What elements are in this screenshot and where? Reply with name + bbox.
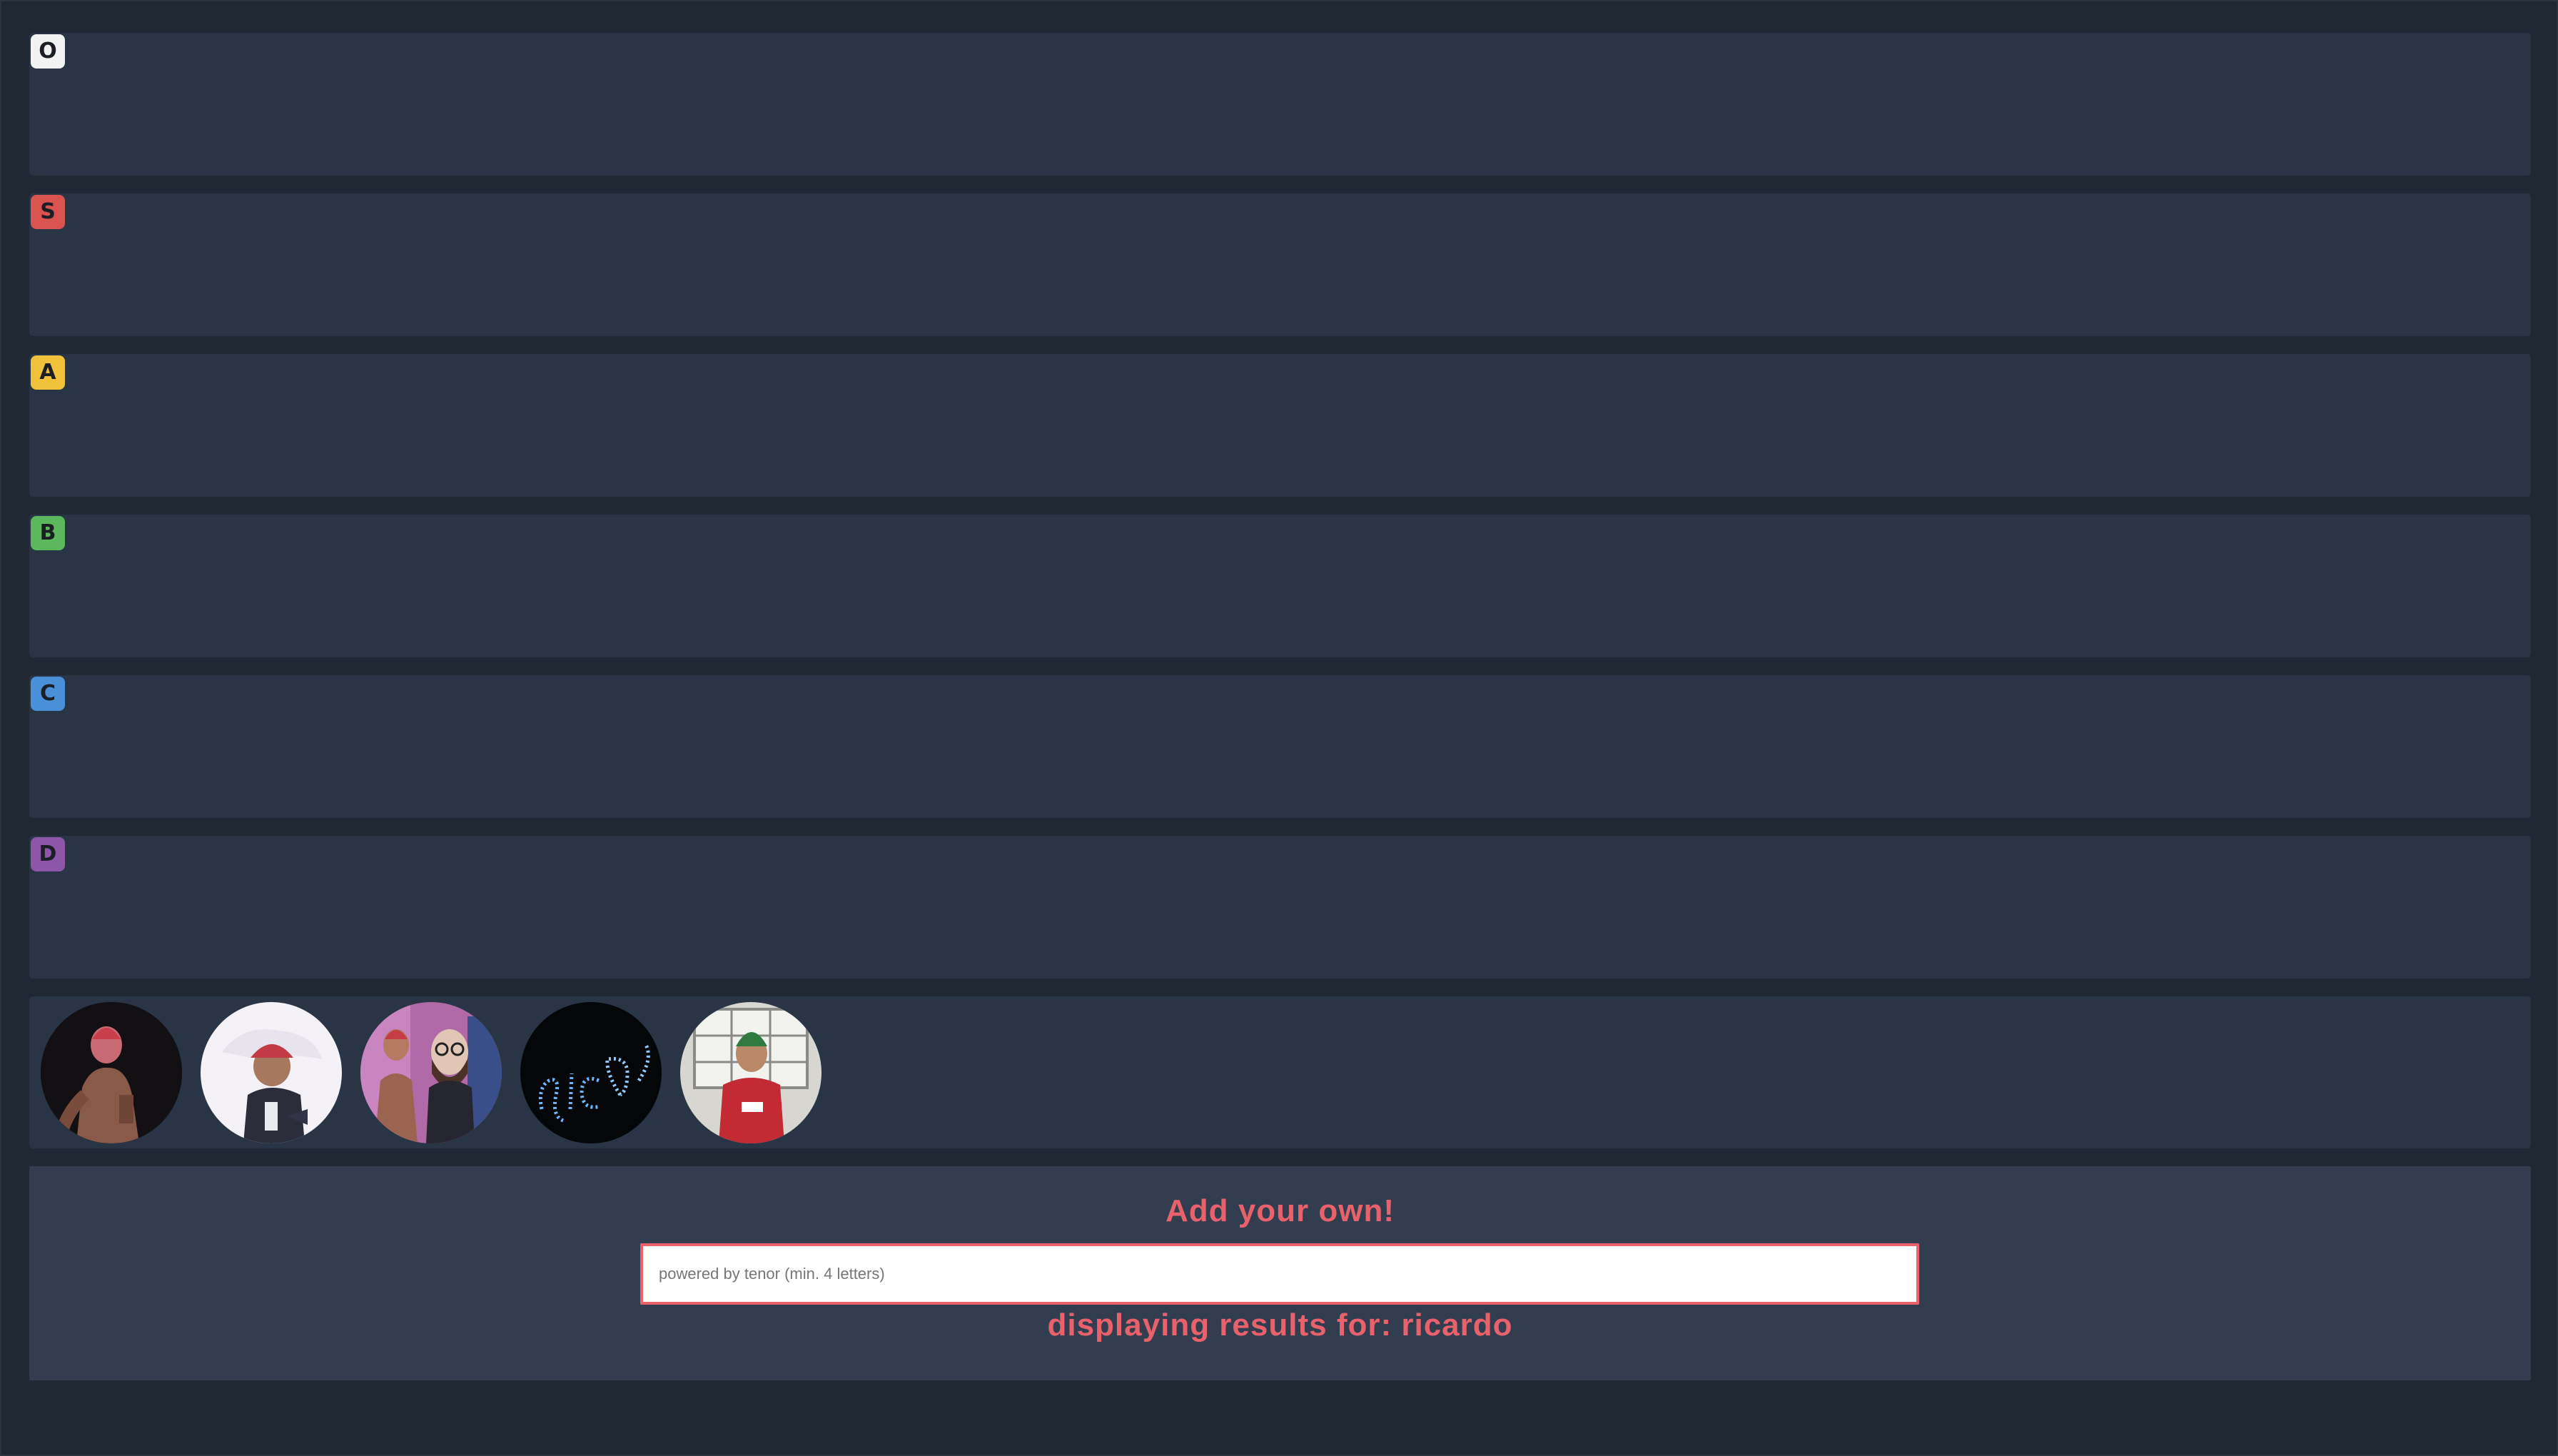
tier-label-a: A [31, 355, 65, 390]
ricardo-gif-1-icon [41, 1002, 182, 1143]
ricardo-gif-5-icon [680, 1002, 822, 1143]
ricardo-gif-3-icon [360, 1002, 502, 1143]
tier-label-c: C [31, 677, 65, 711]
ricardo-gif-2-icon [201, 1002, 342, 1143]
ricardo-gif-3[interactable] [360, 1002, 502, 1143]
tier-row-d[interactable]: D [29, 836, 2531, 979]
tier-label-o: O [31, 34, 65, 69]
unranked-pool[interactable] [29, 996, 2531, 1148]
tier-row-s[interactable]: S [29, 193, 2531, 336]
tier-row-c[interactable]: C [29, 675, 2531, 818]
ricardo-gif-1[interactable] [41, 1002, 182, 1143]
add-your-own-title: Add your own! [1166, 1193, 1395, 1228]
ricardo-gif-4-icon [520, 1002, 662, 1143]
tier-label-b: B [31, 516, 65, 550]
search-results-label: displaying results for: ricardo [1047, 1308, 1513, 1343]
tier-label-s: S [31, 195, 65, 229]
ricardo-gif-5[interactable] [680, 1002, 822, 1143]
ricardo-gif-2[interactable] [201, 1002, 342, 1143]
gif-search-input[interactable] [640, 1243, 1919, 1305]
ricardo-gif-4[interactable] [520, 1002, 662, 1143]
tier-row-o[interactable]: O [29, 33, 2531, 176]
add-your-own-panel: Add your own! displaying results for: ri… [29, 1166, 2531, 1380]
tier-row-a[interactable]: A [29, 354, 2531, 497]
app-frame: O S A B C D Add your own! powered by ten… [0, 0, 2558, 1456]
tier-label-d: D [31, 837, 65, 871]
tier-list: O S A B C D Add your own! powered by ten… [29, 33, 2531, 1380]
tier-row-b[interactable]: B [29, 515, 2531, 657]
